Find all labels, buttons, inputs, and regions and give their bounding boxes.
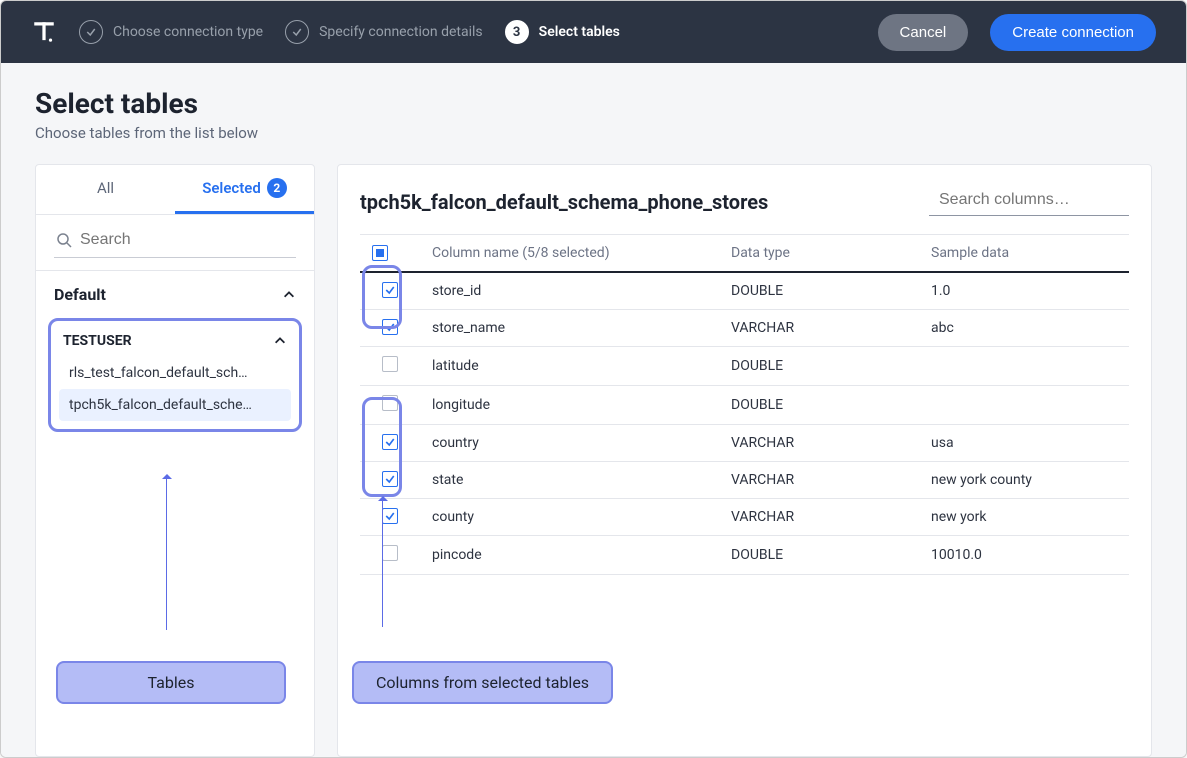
current-table-title: tpch5k_falcon_default_schema_phone_store… [360, 190, 768, 214]
column-name: latitude [420, 347, 719, 386]
column-sample: abc [919, 310, 1129, 347]
column-sample [919, 386, 1129, 425]
column-name: longitude [420, 386, 719, 425]
create-connection-button[interactable]: Create connection [990, 14, 1156, 51]
step-details: Specify connection details [285, 20, 483, 44]
column-type: VARCHAR [719, 462, 919, 499]
check-icon [79, 20, 103, 44]
column-search[interactable] [929, 187, 1129, 216]
column-checkbox[interactable] [382, 282, 398, 298]
table-search-input[interactable] [80, 231, 294, 249]
search-icon [56, 232, 72, 248]
column-type: VARCHAR [719, 310, 919, 347]
annotation-connector [382, 497, 383, 627]
top-bar: Choose connection type Specify connectio… [1, 1, 1186, 63]
column-type: DOUBLE [719, 272, 919, 310]
column-checkbox[interactable] [382, 471, 398, 487]
column-search-input[interactable] [939, 191, 1146, 209]
column-row: pincodeDOUBLE10010.0 [360, 536, 1129, 575]
step-label: Select tables [539, 24, 620, 40]
column-checkbox[interactable] [382, 395, 398, 411]
group-default[interactable]: Default [36, 271, 314, 318]
step-label: Specify connection details [319, 24, 483, 40]
column-row: countyVARCHARnew york [360, 499, 1129, 536]
col-header-sample: Sample data [919, 235, 1129, 273]
step-label: Choose connection type [113, 24, 263, 40]
chevron-up-icon [273, 334, 287, 348]
annotation-tables: Tables [56, 661, 286, 704]
cancel-button[interactable]: Cancel [878, 14, 969, 51]
column-sample: 10010.0 [919, 536, 1129, 575]
table-item[interactable]: tpch5k_falcon_default_sche… [59, 389, 291, 421]
column-name: state [420, 462, 719, 499]
app-logo [31, 19, 57, 45]
group-label: Default [54, 285, 106, 304]
column-type: DOUBLE [719, 386, 919, 425]
schema-header[interactable]: TESTUSER [59, 327, 291, 357]
column-checkbox[interactable] [382, 545, 398, 561]
column-checkbox[interactable] [382, 356, 398, 372]
column-name: country [420, 425, 719, 462]
selected-count-badge: 2 [267, 178, 287, 198]
columns-table: Column name (5/8 selected) Data type Sam… [360, 234, 1129, 575]
col-header-type: Data type [719, 235, 919, 273]
check-icon [285, 20, 309, 44]
column-name: store_name [420, 310, 719, 347]
select-all-checkbox[interactable] [372, 245, 388, 261]
column-type: VARCHAR [719, 425, 919, 462]
step-choose-connection: Choose connection type [79, 20, 263, 44]
table-search[interactable] [54, 227, 296, 258]
columns-panel: tpch5k_falcon_default_schema_phone_store… [337, 164, 1152, 757]
tab-all[interactable]: All [36, 165, 175, 214]
tab-selected[interactable]: Selected 2 [175, 165, 314, 214]
column-sample: 1.0 [919, 272, 1129, 310]
column-name: pincode [420, 536, 719, 575]
tab-label: Selected [202, 179, 261, 197]
column-sample [919, 347, 1129, 386]
column-row: store_idDOUBLE1.0 [360, 272, 1129, 310]
tab-label: All [97, 179, 114, 197]
column-name: county [420, 499, 719, 536]
annotation-connector [166, 475, 167, 630]
page-subtitle: Choose tables from the list below [35, 124, 1152, 142]
column-type: VARCHAR [719, 499, 919, 536]
chevron-up-icon [282, 288, 296, 302]
column-type: DOUBLE [719, 536, 919, 575]
col-header-name: Column name (5/8 selected) [420, 235, 719, 273]
column-checkbox[interactable] [382, 434, 398, 450]
column-sample: usa [919, 425, 1129, 462]
column-sample: new york county [919, 462, 1129, 499]
column-name: store_id [420, 272, 719, 310]
schema-group: TESTUSER rls_test_falcon_default_sch…tpc… [48, 318, 302, 432]
column-row: store_nameVARCHARabc [360, 310, 1129, 347]
step-select-tables: 3 Select tables [505, 20, 620, 44]
column-row: stateVARCHARnew york county [360, 462, 1129, 499]
column-checkbox[interactable] [382, 319, 398, 335]
column-row: countryVARCHARusa [360, 425, 1129, 462]
step-number: 3 [505, 20, 529, 44]
column-type: DOUBLE [719, 347, 919, 386]
column-checkbox[interactable] [382, 508, 398, 524]
column-row: latitudeDOUBLE [360, 347, 1129, 386]
column-sample: new york [919, 499, 1129, 536]
schema-name: TESTUSER [63, 333, 132, 349]
column-row: longitudeDOUBLE [360, 386, 1129, 425]
page-title: Select tables [35, 87, 1152, 120]
table-item[interactable]: rls_test_falcon_default_sch… [59, 357, 291, 389]
tables-panel: All Selected 2 Default [35, 164, 315, 757]
annotation-columns: Columns from selected tables [352, 661, 613, 704]
